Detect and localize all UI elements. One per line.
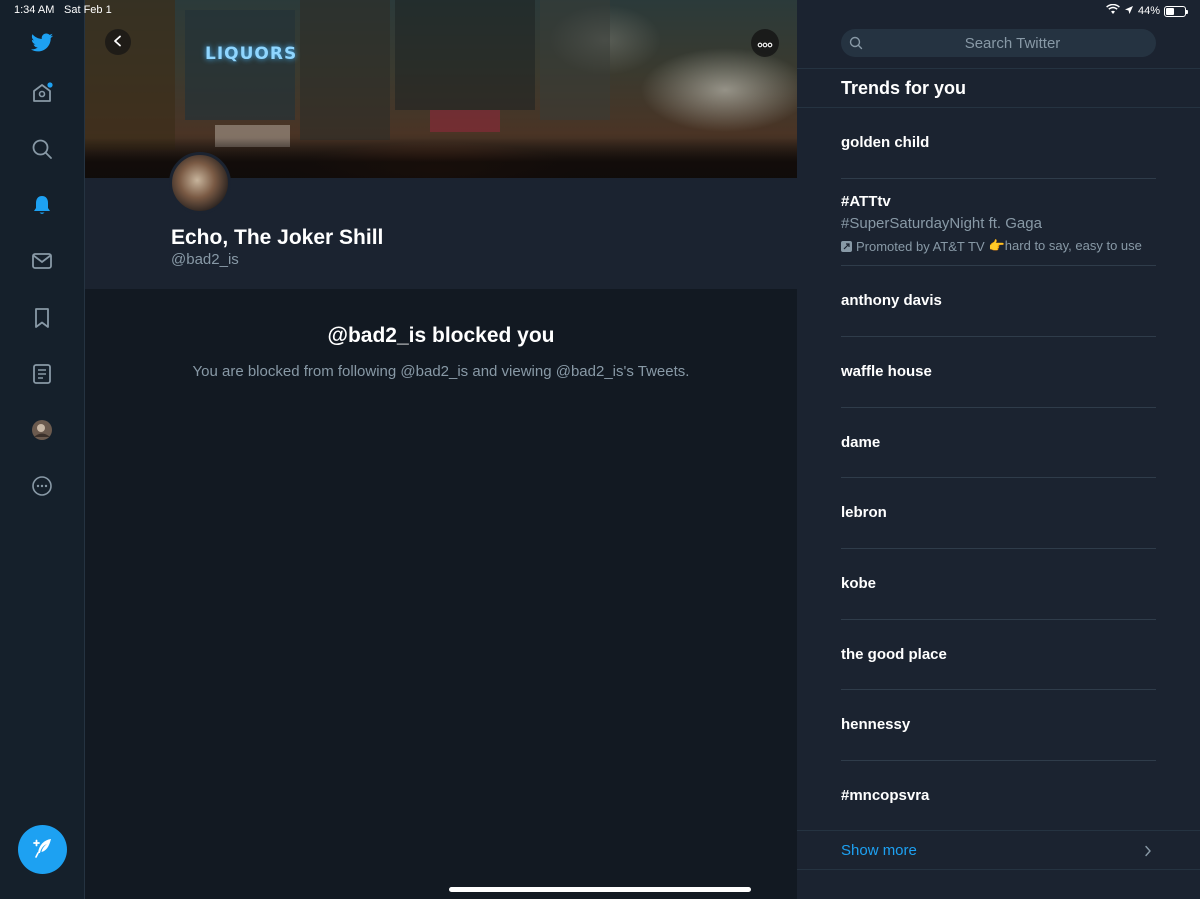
home-indicator[interactable]: [449, 887, 751, 892]
trend-item[interactable]: hennessy: [841, 690, 1156, 761]
promoted-by: Promoted by AT&T TV: [856, 238, 985, 254]
battery-percent: 44%: [1137, 5, 1160, 17]
bell-icon[interactable]: [27, 190, 57, 220]
chevron-left-icon: [112, 35, 124, 50]
promoted-text: 👉hard to say, easy to use: [988, 238, 1142, 253]
right-sidebar: Trends for you golden child #ATTtv #Supe…: [797, 0, 1200, 899]
trend-name: golden child: [841, 134, 930, 151]
trend-item[interactable]: dame: [841, 408, 1156, 478]
battery-icon: [1164, 5, 1188, 17]
back-button[interactable]: [105, 29, 131, 55]
trends-title: Trends for you: [841, 78, 967, 98]
battery-fill: [1166, 7, 1174, 15]
trend-name: the good place: [841, 646, 947, 663]
location-arrow-icon: [1124, 5, 1134, 18]
avatar[interactable]: [169, 152, 231, 214]
search-input[interactable]: [841, 34, 1156, 52]
blocked-title: @bad2_is blocked you: [327, 324, 555, 347]
profile-avatar-icon[interactable]: [27, 415, 57, 445]
trend-name: #mncopsvra: [841, 787, 930, 804]
more-dots-icon: [757, 36, 773, 51]
search-box[interactable]: [841, 29, 1156, 57]
trend-item[interactable]: waffle house: [841, 337, 1156, 408]
trend-name: hennessy: [841, 716, 911, 733]
trend-name: kobe: [841, 575, 877, 592]
display-name: Echo, The Joker Shill: [171, 226, 384, 249]
home-icon[interactable]: [27, 78, 57, 108]
search-icon[interactable]: [27, 134, 57, 164]
status-time: 1:34 AM: [14, 4, 55, 16]
notification-dot: [47, 82, 53, 88]
trend-name: waffle house: [841, 363, 932, 380]
trend-item[interactable]: anthony davis: [841, 266, 1156, 337]
profile-handle: @bad2_is: [171, 251, 239, 268]
trend-name: #ATTtv: [841, 193, 891, 210]
show-more-label: Show more: [841, 842, 917, 859]
trend-subtitle: #SuperSaturdayNight ft. Gaga: [841, 215, 1042, 232]
trends-header: Trends for you: [797, 68, 1200, 108]
profile-main: LIQUORS Echo, The Joker Shill @bad2_is @…: [85, 0, 797, 899]
blocked-message: You are blocked from following @bad2_is …: [192, 363, 690, 380]
trend-name: dame: [841, 434, 881, 451]
show-more-button[interactable]: Show more: [797, 830, 1200, 870]
profile-more-button[interactable]: [751, 29, 779, 57]
trend-item[interactable]: lebron: [841, 478, 1156, 549]
status-right: 44%: [1106, 3, 1188, 18]
left-nav: [0, 0, 85, 899]
trend-name: anthony davis: [841, 292, 942, 309]
mail-icon[interactable]: [27, 246, 57, 276]
chevron-right-icon: [1144, 844, 1152, 862]
trend-item[interactable]: kobe: [841, 549, 1156, 620]
profile-banner: LIQUORS: [85, 0, 797, 178]
trend-item[interactable]: #mncopsvra: [841, 761, 1156, 830]
promoted-label: Promoted by AT&T TV 👉hard to say, easy t…: [841, 238, 1156, 254]
twitter-bird-icon[interactable]: [27, 28, 57, 58]
lists-icon[interactable]: [27, 359, 57, 389]
trend-item[interactable]: golden child: [841, 108, 1156, 179]
banner-sign: LIQUORS: [205, 44, 298, 64]
more-icon[interactable]: [27, 471, 57, 501]
status-bar: 1:34 AM Sat Feb 1 44%: [0, 0, 1200, 20]
wifi-icon: [1106, 3, 1120, 18]
search-icon: [849, 36, 863, 50]
trend-name: lebron: [841, 504, 887, 521]
promoted-icon: [841, 240, 852, 252]
compose-tweet-icon: [31, 836, 55, 863]
bookmark-icon[interactable]: [27, 303, 57, 333]
trend-item-promoted[interactable]: #ATTtv #SuperSaturdayNight ft. Gaga Prom…: [841, 179, 1156, 266]
trend-item[interactable]: the good place: [841, 620, 1156, 690]
status-date: Sat Feb 1: [64, 4, 112, 16]
compose-tweet-button[interactable]: [18, 825, 67, 874]
